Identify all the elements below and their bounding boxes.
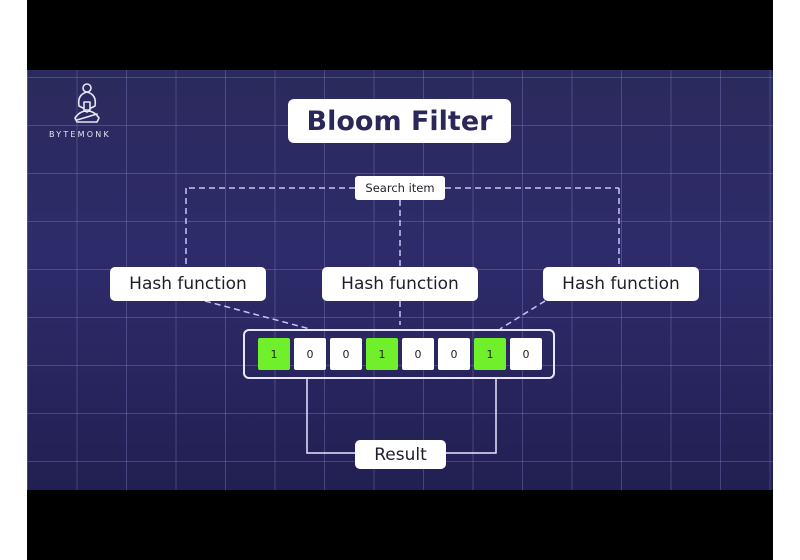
bit-cell-0: 1 bbox=[258, 338, 290, 370]
result-right-bracket bbox=[446, 379, 497, 454]
left-hash-to-array bbox=[204, 300, 311, 330]
result-label: Result bbox=[355, 440, 446, 469]
bit-cell-1: 0 bbox=[294, 338, 326, 370]
bit-array: 10010010 bbox=[258, 338, 542, 370]
bit-cell-3: 1 bbox=[366, 338, 398, 370]
search-item-label: Search item bbox=[355, 176, 445, 200]
right-hash-to-array bbox=[499, 300, 546, 330]
hash-function-1: Hash function bbox=[110, 267, 266, 301]
result-left-bracket bbox=[306, 379, 355, 454]
bit-cell-6: 1 bbox=[474, 338, 506, 370]
bit-cell-4: 0 bbox=[402, 338, 434, 370]
hash-function-3: Hash function bbox=[543, 267, 699, 301]
hash-function-2: Hash function bbox=[322, 267, 478, 301]
bit-cell-7: 0 bbox=[510, 338, 542, 370]
bit-cell-5: 0 bbox=[438, 338, 470, 370]
bit-cell-2: 0 bbox=[330, 338, 362, 370]
